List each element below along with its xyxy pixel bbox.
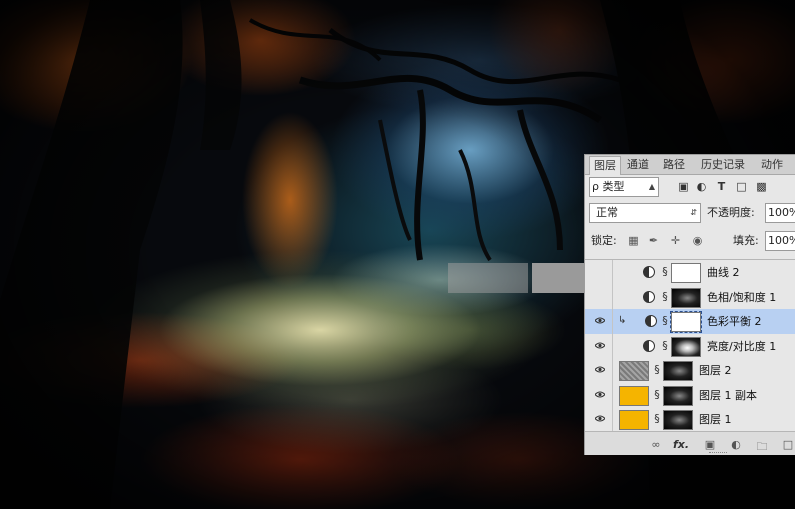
visibility-toggle[interactable] — [585, 407, 613, 432]
mask-link-icon[interactable]: § — [661, 290, 669, 303]
layer-mask-thumbnail[interactable] — [670, 311, 702, 333]
smart-object-filter-icon[interactable]: ▩ — [755, 180, 768, 193]
chevron-updown-icon: ▲ — [648, 182, 655, 191]
chevron-updown-icon: ⇵ — [690, 208, 697, 217]
adjustment-layer-icon[interactable] — [645, 315, 657, 327]
link-layers-icon[interactable]: ∞ — [649, 438, 663, 451]
blend-mode-value: 正常 — [596, 206, 618, 219]
layer-name: 图层 1 副本 — [699, 388, 757, 402]
lock-row: 锁定: ▦ ✒ ✛ ◉ 填充: 100% — [585, 231, 795, 253]
layer-mask-thumbnail[interactable] — [663, 385, 693, 406]
tab-layers[interactable]: 图层 — [589, 156, 621, 175]
layer-name: 图层 1 — [699, 413, 732, 426]
panel-tabs: 图层 通道 路径 历史记录 动作 — [585, 155, 795, 175]
image-filter-icon[interactable]: ▣ — [677, 180, 690, 193]
lock-move-icon[interactable]: ✛ — [669, 234, 682, 247]
mask-link-icon[interactable]: § — [653, 388, 661, 401]
adjustment-layer-icon[interactable] — [643, 266, 655, 278]
lock-paint-icon[interactable]: ✒ — [647, 234, 660, 247]
mask-link-icon[interactable]: § — [661, 314, 669, 327]
tab-history[interactable]: 历史记录 — [697, 156, 749, 173]
resize-grip[interactable] — [709, 452, 727, 455]
opacity-label: 不透明度: — [707, 206, 755, 219]
shape-filter-icon[interactable]: □ — [735, 180, 748, 193]
eye-icon — [595, 342, 605, 348]
lock-transparent-icon[interactable]: ▦ — [627, 234, 640, 247]
visibility-toggle[interactable] — [585, 382, 613, 408]
mask-link-icon[interactable]: § — [661, 339, 669, 352]
layer-row[interactable]: ↳ § 色彩平衡 2 — [585, 309, 795, 335]
adjustment-layer-icon[interactable] — [643, 290, 655, 303]
type-filter-icon[interactable]: T — [715, 180, 728, 193]
panel-bottom-bar: ∞ fx. ▣ ◐ 🗀 □ — [585, 431, 795, 455]
visibility-toggle[interactable] — [585, 309, 613, 334]
gray-placeholder-bar — [532, 263, 584, 293]
layer-row[interactable]: § 曲线 2 — [585, 260, 795, 286]
layer-thumbnail[interactable] — [619, 385, 649, 406]
new-group-icon[interactable]: 🗀 — [755, 438, 769, 455]
layer-name: 图层 2 — [699, 364, 732, 377]
gray-placeholder-bar — [448, 263, 528, 293]
layers-list: § 曲线 2 § 色相/饱和度 1 ↳ § 色彩平衡 2 § 亮度/对比度 1 § 图层 2 § 图层 … — [585, 259, 795, 433]
clipping-arrow-icon: ↳ — [618, 315, 627, 326]
blend-mode-select[interactable]: 正常 ⇵ — [589, 203, 701, 223]
opacity-input[interactable]: 100% — [765, 203, 795, 223]
adjustment-layer-icon[interactable] — [643, 339, 655, 352]
tab-paths[interactable]: 路径 — [659, 156, 689, 173]
layer-mask-thumbnail[interactable] — [663, 361, 693, 381]
layer-mask-thumbnail[interactable] — [671, 336, 701, 357]
layer-row[interactable]: § 色相/饱和度 1 — [585, 284, 795, 311]
eye-icon — [595, 366, 605, 373]
layer-row[interactable]: § 图层 2 — [585, 358, 795, 384]
fill-input[interactable]: 100% — [765, 231, 795, 251]
layer-mask-thumbnail[interactable] — [671, 287, 701, 308]
mask-link-icon[interactable]: § — [661, 265, 669, 278]
lock-all-icon[interactable]: ◉ — [691, 234, 704, 247]
visibility-toggle[interactable] — [585, 358, 613, 383]
layer-row[interactable]: § 图层 1 副本 — [585, 382, 795, 409]
layer-row[interactable]: § 图层 1 — [585, 407, 795, 433]
fill-label: 填充: — [733, 234, 759, 247]
tab-actions[interactable]: 动作 — [757, 156, 787, 173]
layer-name: 色彩平衡 2 — [707, 315, 762, 328]
lock-label: 锁定: — [591, 234, 617, 247]
eye-icon — [595, 415, 605, 422]
layers-panel: 图层 通道 路径 历史记录 动作 ρ 类型 ▲ ▣ ◐ T □ ▩ 正常 ⇵ 不… — [584, 154, 795, 455]
visibility-toggle[interactable] — [585, 260, 613, 285]
tab-channels[interactable]: 通道 — [623, 156, 653, 173]
layer-name: 亮度/对比度 1 — [707, 339, 777, 353]
eye-icon — [595, 391, 605, 397]
layer-mask-thumbnail[interactable] — [663, 410, 693, 430]
new-adjustment-icon[interactable]: ◐ — [729, 438, 743, 451]
eye-icon — [595, 317, 605, 324]
layer-name: 曲线 2 — [707, 266, 740, 279]
visibility-toggle[interactable] — [585, 333, 613, 359]
mask-link-icon[interactable]: § — [653, 412, 661, 425]
blend-row: 正常 ⇵ 不透明度: 100% — [585, 203, 795, 225]
filter-row: ρ 类型 ▲ ▣ ◐ T □ ▩ — [585, 177, 795, 201]
layer-row[interactable]: § 亮度/对比度 1 — [585, 333, 795, 360]
adjustment-filter-icon[interactable]: ◐ — [695, 180, 708, 193]
layer-thumbnail[interactable] — [619, 361, 649, 381]
layer-thumbnail[interactable] — [619, 410, 649, 430]
layer-name: 色相/饱和度 1 — [707, 290, 777, 304]
mask-link-icon[interactable]: § — [653, 363, 661, 376]
fx-icon[interactable]: fx. — [673, 438, 689, 451]
visibility-toggle[interactable] — [585, 284, 613, 310]
add-mask-icon[interactable]: ▣ — [703, 438, 717, 451]
layer-mask-thumbnail[interactable] — [671, 263, 701, 283]
filter-label: ρ 类型 — [592, 180, 625, 193]
layer-filter-select[interactable]: ρ 类型 ▲ — [589, 177, 659, 197]
new-layer-icon[interactable]: □ — [781, 438, 795, 451]
